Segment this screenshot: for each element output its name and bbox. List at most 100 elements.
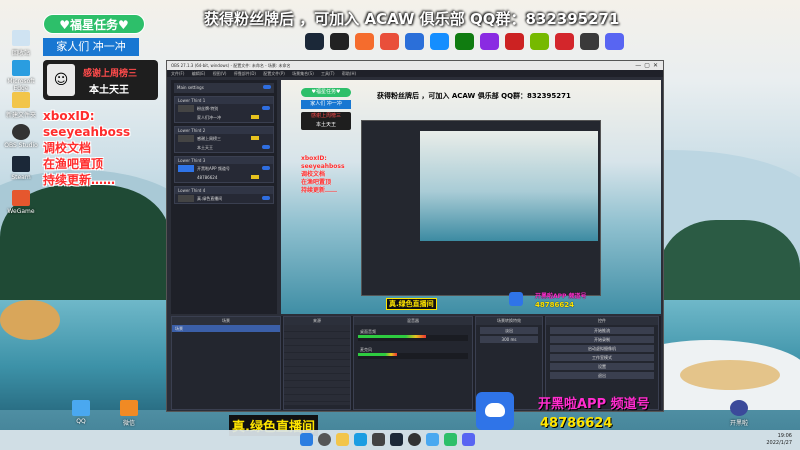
desktop-icon-wegame[interactable]: WeGame (0, 190, 42, 215)
start-recording-button[interactable]: 开始录制 (550, 336, 654, 343)
discord-icon[interactable] (605, 33, 624, 50)
panel-header[interactable]: Lower Third 2 (175, 127, 273, 134)
gog-icon[interactable] (480, 33, 499, 50)
desktop-icon-wechat[interactable]: 微信 (108, 400, 150, 427)
info-line: 调校文档 (43, 141, 92, 155)
info-line: 持续更新…… (43, 173, 116, 187)
lower-third-panel: Lower Third 1 粉丝牌·特别 家人们冲一冲 (174, 96, 274, 123)
menu-file[interactable]: 文件(F) (171, 71, 184, 76)
info-line: seeyeahboss (301, 163, 345, 170)
color-tag (251, 136, 259, 140)
row-label: 感谢上周榜三 (197, 136, 221, 141)
scene-item[interactable]: 场景 (172, 325, 280, 332)
start-icon[interactable] (300, 433, 313, 446)
panel-row[interactable]: 真.绿色直播间 (175, 194, 273, 203)
menu-help[interactable]: 帮助(H) (342, 71, 356, 76)
edge-icon[interactable] (354, 433, 367, 446)
desktop-icon-recycle-bin[interactable]: 回收站 (0, 30, 42, 57)
desktop-icon-qq[interactable]: QQ (60, 400, 102, 425)
steam-icon[interactable] (305, 33, 324, 50)
panel-row[interactable]: 感谢上周榜三 (175, 134, 273, 143)
panel-row[interactable]: 粉丝牌·特别 (175, 104, 273, 113)
panel-row[interactable]: 48786624 (175, 173, 273, 182)
toggle-switch[interactable] (262, 166, 270, 170)
desktop-icon-label: 新建文件夹 (5, 112, 36, 119)
row-label: 48786624 (197, 175, 218, 180)
origin-icon[interactable] (355, 33, 374, 50)
main-settings-item[interactable]: Main settings (174, 83, 274, 93)
obs-icon[interactable] (408, 433, 421, 446)
menu-edit[interactable]: 编辑(E) (192, 71, 206, 76)
panel-header[interactable]: Lower Third 1 (175, 97, 273, 104)
xbox-icon[interactable] (455, 33, 474, 50)
taskbar-clock[interactable]: 19:06 2022/1/27 (766, 433, 792, 447)
preview-info-text: xboxID: seeyeahboss 调校文档 在渔吧置顶 持续更新…… (301, 155, 345, 195)
window-controls[interactable]: —▢✕ (635, 61, 661, 70)
obs-icon[interactable] (580, 33, 599, 50)
taskbar: 19:06 2022/1/27 (0, 430, 800, 450)
qq-icon[interactable] (426, 433, 439, 446)
toggle-switch[interactable] (262, 106, 270, 110)
preview-discord-icon (509, 292, 523, 306)
volume-meter (358, 335, 427, 338)
search-icon[interactable] (318, 433, 331, 446)
desktop-icon-folder[interactable]: 新建文件夹 (0, 92, 42, 119)
desktop-icon-kaiheila[interactable]: 开黑啦 (718, 400, 760, 427)
desktop-icon-steam[interactable]: Steam (0, 156, 42, 181)
info-line: seeyeahboss (43, 125, 131, 139)
window-titlebar[interactable]: OBS 27.1.3 (64-bit, windows) - 配置文件: 未命名… (167, 61, 663, 70)
desktop-icon-label: Microsoft Edge (7, 78, 35, 92)
store-icon[interactable] (372, 433, 385, 446)
desktop-icon-obs[interactable]: OBS Studio (0, 124, 42, 149)
top-banner-text: 获得粉丝牌后 ，可加入 ACAW 俱乐部 QQ群：832395271 (204, 10, 620, 28)
msi-icon[interactable] (555, 33, 574, 50)
menu-tools[interactable]: 工具(T) (321, 71, 335, 76)
desktop-icon-label: WeGame (7, 208, 35, 215)
discord-icon[interactable] (462, 433, 475, 446)
epic-icon[interactable] (330, 33, 349, 50)
menu-view[interactable]: 视图(V) (213, 71, 227, 76)
source-list[interactable] (284, 325, 350, 405)
desktop-icon-label: Steam (11, 174, 31, 181)
mixer-track[interactable]: 桌面音频 (358, 329, 468, 341)
virtual-camera-button[interactable]: 启动虚拟摄像机 (550, 345, 654, 352)
obs-preview[interactable]: 获得粉丝牌后 ，可加入 ACAW 俱乐部 QQ群：832395271 ♥福星任务… (281, 80, 661, 314)
desktop-icon-label: QQ (76, 418, 86, 425)
toggle-switch[interactable] (262, 196, 270, 200)
avatar: ☺ (47, 64, 75, 96)
battlenet-icon[interactable] (430, 33, 449, 50)
leaderboard-title: 感谢上周榜三 (83, 69, 138, 79)
nvidia-icon[interactable] (530, 33, 549, 50)
desktop-icon-label: 微信 (122, 420, 135, 427)
toggle-switch[interactable] (262, 145, 270, 149)
nested-preview (420, 131, 598, 241)
studio-mode-button[interactable]: 工作室模式 (550, 354, 654, 361)
ea-icon[interactable] (505, 33, 524, 50)
uplay-icon[interactable] (405, 33, 424, 50)
sources-panel: 来源 (283, 316, 351, 410)
menu-docks[interactable]: 停靠部件(D) (234, 71, 256, 76)
wegame-icon[interactable] (380, 33, 399, 50)
transition-select[interactable]: 淡出 (480, 327, 538, 334)
mixer-track[interactable]: 麦克风 (358, 347, 468, 359)
duration-field[interactable]: 300 ms (480, 336, 538, 343)
menu-profile[interactable]: 配置文件(P) (263, 71, 285, 76)
exit-button[interactable]: 退出 (550, 372, 654, 379)
controls-title: 控件 (546, 317, 658, 325)
panel-header[interactable]: Lower Third 4 (175, 187, 273, 194)
settings-button[interactable]: 设置 (550, 363, 654, 370)
panel-row[interactable]: 开黑啦APP 频道号 (175, 164, 273, 173)
steam-icon[interactable] (390, 433, 403, 446)
start-streaming-button[interactable]: 开始推流 (550, 327, 654, 334)
desktop-icon-edge[interactable]: Microsoft Edge (0, 60, 42, 92)
panel-row[interactable]: 家人们冲一冲 (175, 113, 273, 122)
thumbnail (178, 135, 194, 142)
panel-row[interactable]: 本土天王 (175, 143, 273, 152)
nested-obs-window (361, 120, 601, 296)
row-label: 开黑啦APP 频道号 (197, 166, 230, 171)
menu-scene-collection[interactable]: 场景集合(S) (292, 71, 314, 76)
wechat-icon[interactable] (444, 433, 457, 446)
toggle-switch[interactable] (263, 85, 271, 89)
panel-header[interactable]: Lower Third 3 (175, 157, 273, 164)
folder-icon[interactable] (336, 433, 349, 446)
